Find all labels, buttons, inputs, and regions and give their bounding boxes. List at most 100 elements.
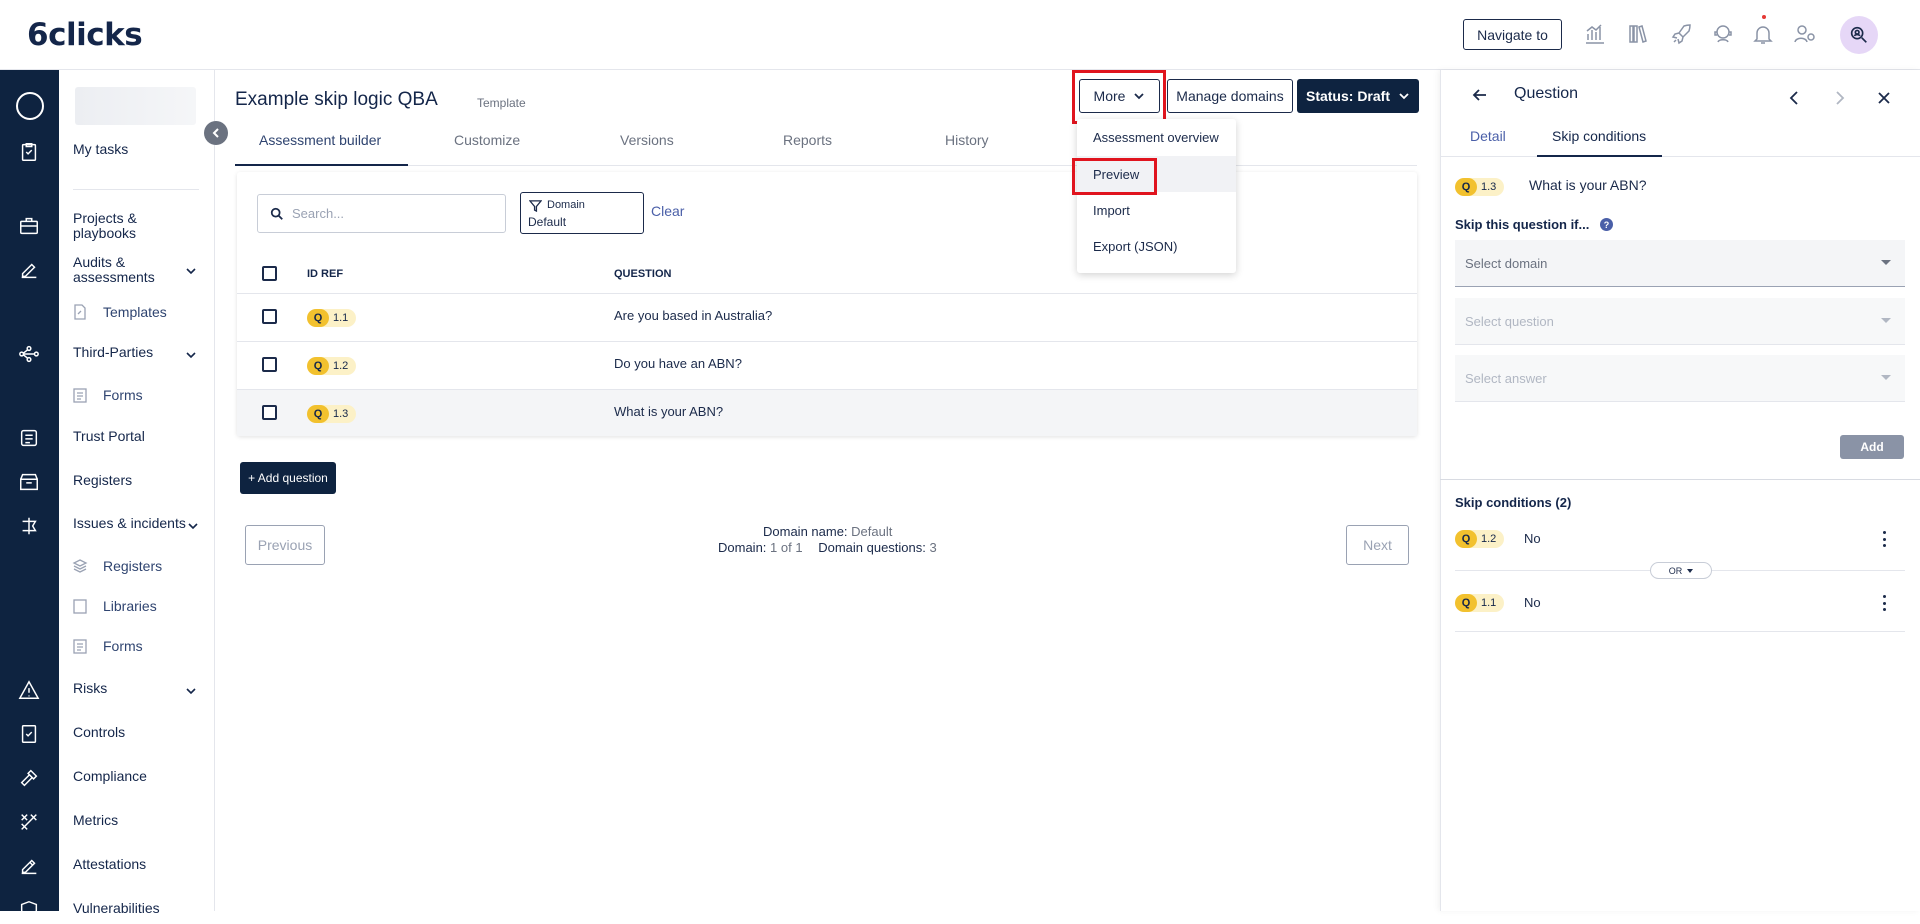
user-avatar[interactable] [1840,16,1878,54]
previous-question-icon[interactable] [1785,88,1805,108]
question-type-badge: Q [307,309,329,327]
manage-domains-button[interactable]: Manage domains [1167,79,1293,113]
question-text[interactable]: Are you based in Australia? [614,308,772,323]
support-icon[interactable] [1710,21,1736,47]
nav-vulnerabilities[interactable]: Vulnerabilities [73,901,160,916]
nav-forms[interactable]: Forms [103,387,143,403]
nav-compliance[interactable]: Compliance [73,769,147,784]
registers-icon[interactable] [15,468,43,496]
app-logo[interactable]: 6clicks [27,17,143,53]
chevron-down-icon[interactable] [185,264,197,276]
chevron-down-icon[interactable] [187,519,199,531]
nav-issues-incidents[interactable]: Issues & incidents [73,516,186,531]
nav-third-parties[interactable]: Third-Parties [73,345,153,360]
nav-libraries[interactable]: Libraries [103,598,157,614]
tasks-icon[interactable] [15,138,43,166]
menu-item-export-json[interactable]: Export (JSON) [1077,228,1236,264]
tab-history[interactable]: History [945,132,989,148]
tab-assessment-builder[interactable]: Assessment builder [259,132,381,148]
chevron-down-icon[interactable] [185,348,197,360]
table-row[interactable] [237,293,1417,341]
active-tab-underline [1537,155,1662,157]
next-question-icon[interactable] [1829,88,1849,108]
panel-tabs: Detail Skip conditions [1440,124,1920,157]
metrics-tools-icon[interactable] [15,808,43,836]
add-condition-button[interactable]: Add [1840,435,1904,459]
network-icon[interactable] [15,340,43,368]
table-row-selected[interactable] [237,389,1417,436]
nav-my-tasks[interactable]: My tasks [73,142,128,157]
question-text[interactable]: What is your ABN? [614,404,723,419]
bell-icon[interactable] [1750,21,1776,47]
domain-filter-chip[interactable]: Domain Default [520,192,644,234]
row-checkbox[interactable] [262,357,277,372]
analytics-icon[interactable] [1582,21,1608,47]
highlight-box-preview [1072,158,1157,195]
kebab-menu-icon[interactable] [1880,531,1888,547]
org-avatar[interactable] [16,92,44,120]
tab-reports[interactable]: Reports [783,132,832,148]
close-icon[interactable] [1874,88,1894,108]
caret-down-icon [1687,568,1694,573]
controls-icon[interactable] [15,720,43,748]
incident-icon[interactable] [15,512,43,540]
vulnerabilities-shield-icon[interactable] [15,896,43,924]
menu-item-import[interactable]: Import [1077,192,1236,228]
table-row[interactable] [237,341,1417,389]
kebab-menu-icon[interactable] [1880,595,1888,611]
help-icon[interactable]: ? [1600,218,1613,231]
row-checkbox[interactable] [262,405,277,420]
more-dropdown-menu: Assessment overview Preview Import Expor… [1077,119,1236,273]
nav-controls[interactable]: Controls [73,725,125,740]
menu-item-assessment-overview[interactable]: Assessment overview [1077,119,1236,155]
nav-attestations[interactable]: Attestations [73,857,146,872]
rocket-icon[interactable] [1669,21,1695,47]
back-arrow-icon[interactable] [1470,85,1490,105]
or-operator-toggle[interactable]: OR [1650,562,1712,579]
compliance-gavel-icon[interactable] [15,764,43,792]
nav-trust-portal[interactable]: Trust Portal [73,429,145,444]
chevron-left-icon [212,128,219,138]
next-button[interactable]: Next [1346,525,1409,565]
edit-icon[interactable] [15,256,43,284]
tab-customize[interactable]: Customize [454,132,520,148]
attestations-icon[interactable] [15,852,43,880]
search-box[interactable] [257,194,506,233]
tab-detail[interactable]: Detail [1470,128,1506,144]
search-input[interactable] [292,206,492,221]
domain-name-info: Domain name: Default [763,524,892,539]
library-icon[interactable] [1625,21,1651,47]
nav-registers[interactable]: Registers [73,473,132,488]
forms-icon[interactable] [15,424,43,452]
navigate-to-button[interactable]: Navigate to [1463,19,1562,50]
question-badge: Q 1.1 [307,309,357,327]
nav-templates[interactable]: Templates [103,304,167,320]
previous-button[interactable]: Previous [245,525,325,565]
select-all-checkbox[interactable] [262,266,277,281]
search-user-icon [1850,26,1867,43]
select-domain-dropdown[interactable]: Select domain [1455,240,1905,287]
chevron-down-icon[interactable] [185,684,197,696]
row-checkbox[interactable] [262,309,277,324]
user-settings-icon[interactable] [1792,21,1818,47]
question-text[interactable]: Do you have an ABN? [614,356,742,371]
select-question-dropdown[interactable]: Select question [1455,298,1905,345]
status-button[interactable]: Status: Draft [1297,79,1419,113]
add-question-button[interactable]: + Add question [240,462,336,494]
nav-sub-registers[interactable]: Registers [103,558,162,574]
select-answer-dropdown[interactable]: Select answer [1455,355,1905,402]
tab-skip-conditions[interactable]: Skip conditions [1552,128,1646,144]
caret-down-icon [1881,375,1891,380]
domain-name-label: Domain name: [763,524,848,539]
nav-risks[interactable]: Risks [73,681,107,696]
nav-forms-2[interactable]: Forms [103,638,143,654]
collapse-sidebar-button[interactable] [204,121,228,145]
clear-filter-link[interactable]: Clear [651,203,684,219]
nav-metrics[interactable]: Metrics [73,813,118,828]
risk-warning-icon[interactable] [15,676,43,704]
nav-projects-playbooks[interactable]: Projects & playbooks [73,211,183,241]
select-question-placeholder: Select question [1465,313,1554,329]
tab-versions[interactable]: Versions [620,132,674,148]
nav-audits-assessments[interactable]: Audits & assessments [73,255,183,285]
briefcase-icon[interactable] [15,212,43,240]
